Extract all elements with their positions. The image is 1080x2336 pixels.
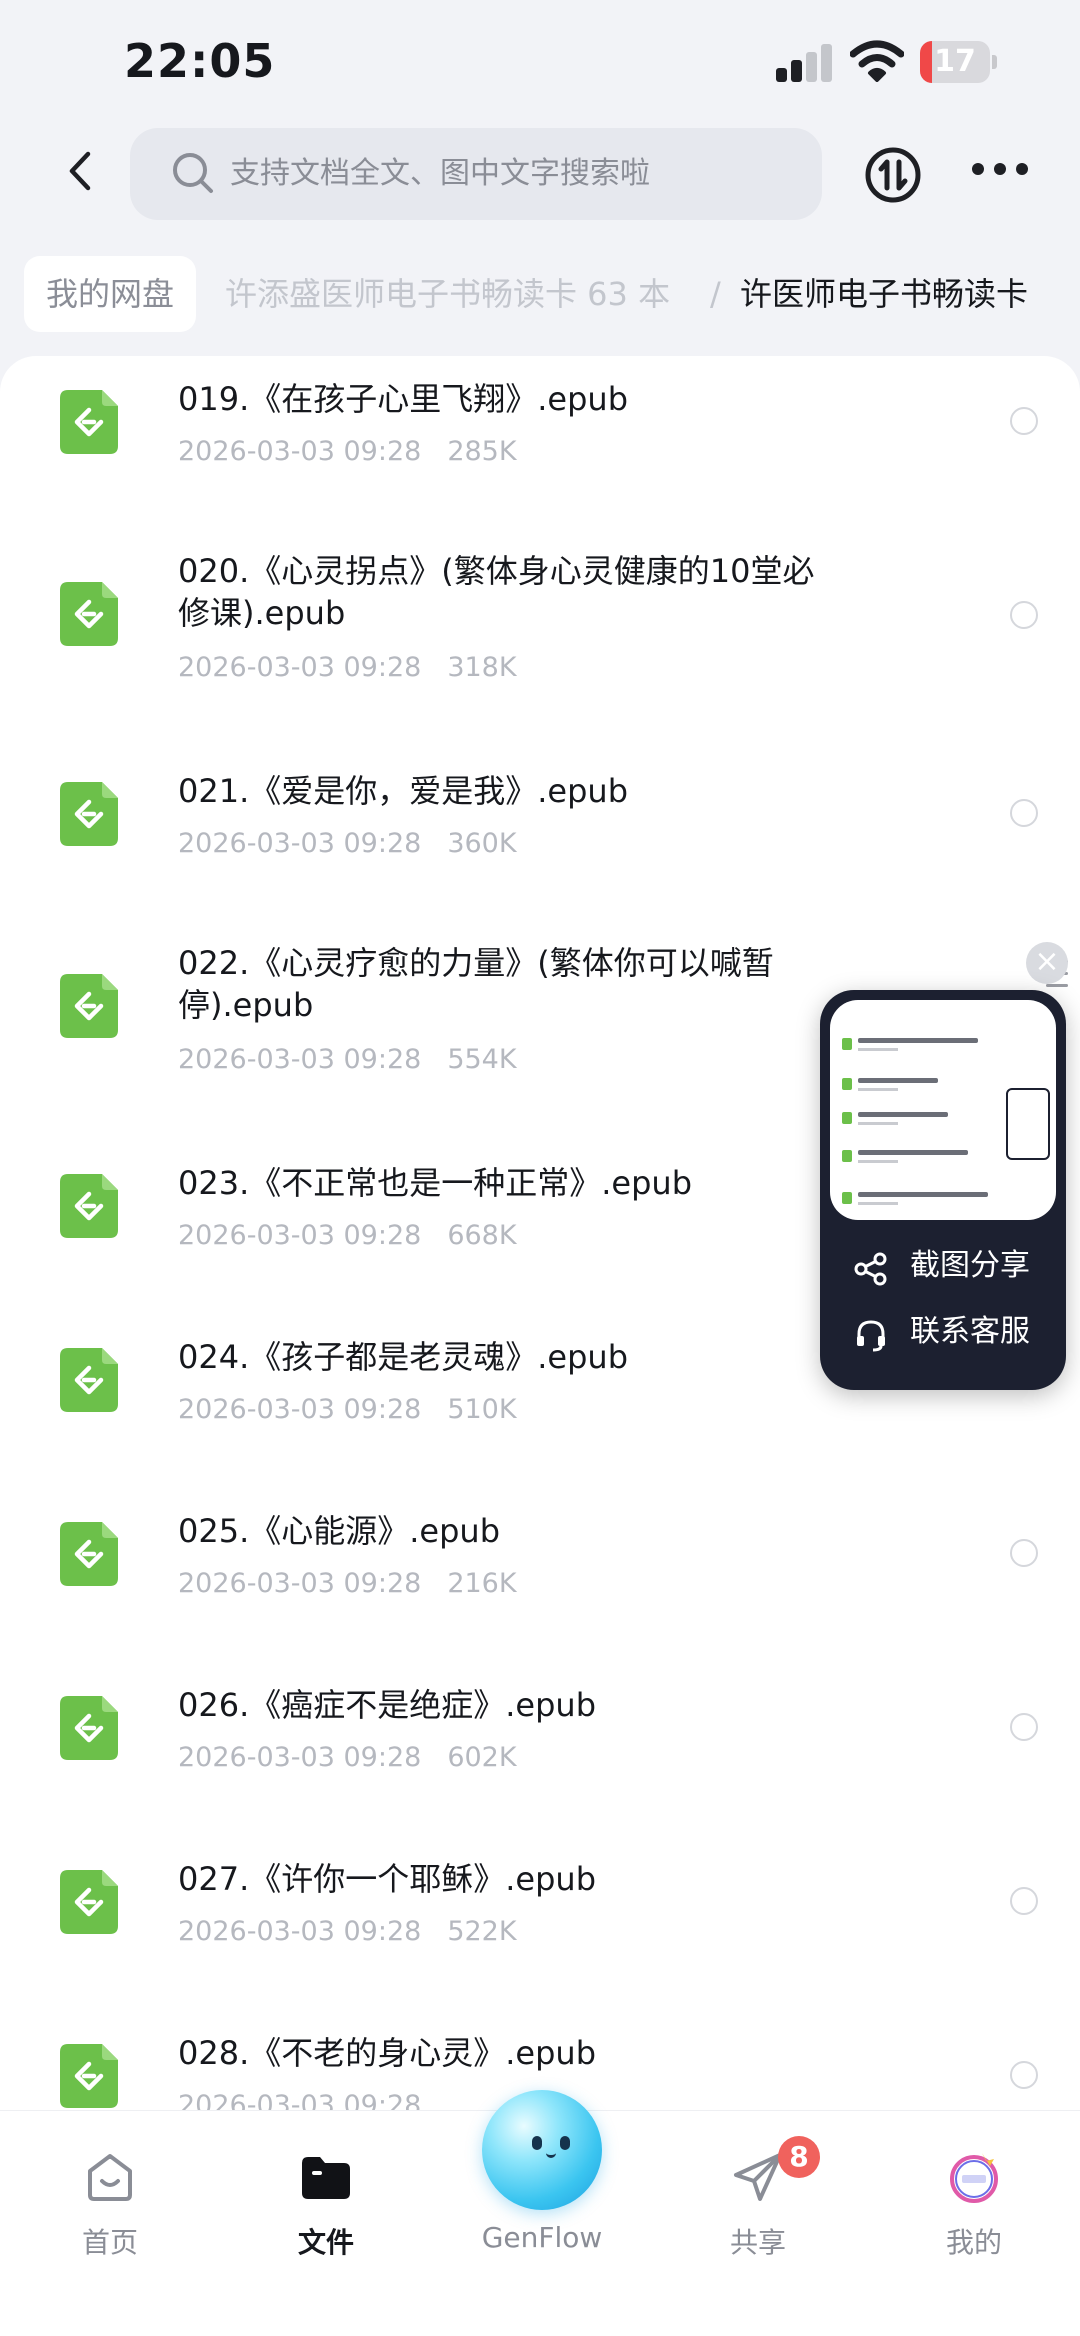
battery-percent: 17 [934,44,976,79]
contact-service-button[interactable]: 联系客服 [854,1304,1064,1360]
select-radio[interactable] [1010,601,1038,629]
epub-file-icon [60,1522,118,1586]
status-time: 22:05 [124,34,276,88]
tab-label: 文件 [297,2226,354,2259]
tab-files[interactable]: 文件 [218,2111,434,2336]
search-icon [173,153,213,193]
more-dots-icon[interactable] [972,163,1028,177]
epub-file-icon [60,1348,118,1412]
file-meta: 2026-03-03 09:28 668K [178,1220,517,1251]
file-meta: 2026-03-03 09:28 216K [178,1568,517,1599]
tab-label: 共享 [729,2226,786,2259]
epub-file-icon [60,1870,118,1934]
tab-me[interactable]: 我的 [866,2111,1080,2336]
wifi-icon [850,40,904,82]
search-placeholder: 支持文档全文、图中文字搜索啦 [230,156,650,191]
home-icon [88,2154,132,2201]
file-meta: 2026-03-03 09:28 602K [178,1742,517,1773]
file-meta: 2026-03-03 09:28 554K [178,1044,517,1075]
file-name: 023.《不正常也是一种正常》.epub [178,1164,693,1202]
file-name: 027.《许你一个耶稣》.epub [178,1860,597,1898]
epub-file-icon [60,782,118,846]
file-meta: 2026-03-03 09:28 510K [178,1394,517,1425]
select-radio[interactable] [1010,799,1038,827]
file-name: 022.《心灵疗愈的力量》(繁体你可以喊暂停).epub [178,944,774,1024]
file-name: 019.《在孩子心里飞翔》.epub [178,380,629,418]
breadcrumb-parent[interactable]: 许添盛医师电子书畅读卡 63 本 [225,256,670,332]
tab-label: GenFlow [481,2221,603,2254]
file-name: 020.《心灵拐点》(繁体身心灵健康的10堂必修课).epub [178,552,815,632]
epub-file-icon [60,1696,118,1760]
tab-label: 首页 [81,2226,138,2259]
sort-circle-icon[interactable] [864,146,922,204]
screenshot-widget[interactable]: 截图分享 联系客服 [820,990,1066,1390]
status-bar: 22:05 17 [0,0,1080,120]
file-name: 028.《不老的身心灵》.epub [178,2034,597,2072]
file-meta: 2026-03-03 09:28 285K [178,436,517,467]
breadcrumb-current: 许医师电子书畅读卡 [740,275,1029,313]
folder-icon [302,2157,350,2199]
battery-icon: 17 [920,41,998,83]
search-input[interactable]: 支持文档全文、图中文字搜索啦 [130,128,822,220]
headset-icon [857,1320,885,1352]
breadcrumb-separator: / [710,275,721,313]
file-meta: 2026-03-03 09:28 318K [178,652,517,683]
epub-file-icon [60,390,118,454]
file-name: 025.《心能源》.epub [178,1512,501,1550]
contact-service-label: 联系客服 [910,1314,1030,1349]
screenshot-share-label: 截图分享 [910,1248,1030,1283]
file-meta: 2026-03-03 09:28 522K [178,1916,517,1947]
file-name: 024.《孩子都是老灵魂》.epub [178,1338,629,1376]
select-radio[interactable] [1010,1539,1038,1567]
share-icon [854,1252,887,1286]
notification-badge: 8 [778,2136,820,2178]
epub-file-icon [60,974,118,1038]
screenshot-thumbnail[interactable] [830,1000,1056,1220]
file-name: 021.《爱是你，爱是我》.epub [178,772,629,810]
avatar-icon [950,2153,998,2203]
tab-share[interactable]: 共享 [650,2111,866,2336]
select-radio[interactable] [1010,1887,1038,1915]
chevron-left-icon[interactable] [58,146,108,196]
tab-label: 我的 [945,2226,1002,2259]
file-name: 026.《癌症不是绝症》.epub [178,1686,597,1724]
select-radio[interactable] [1010,2061,1038,2089]
select-radio[interactable] [1010,407,1038,435]
close-icon[interactable]: × [1026,942,1068,984]
breadcrumb: 我的网盘 许添盛医师电子书畅读卡 63 本 / 许医师电子书畅读卡 [0,256,1080,332]
epub-file-icon [60,2044,118,2108]
epub-file-icon [60,582,118,646]
tab-home[interactable]: 首页 [2,2111,218,2336]
screenshot-share-button[interactable]: 截图分享 [854,1238,1064,1294]
breadcrumb-root[interactable]: 我的网盘 [24,256,197,332]
cellular-signal-icon [776,44,834,82]
epub-file-icon [60,1174,118,1238]
file-meta: 2026-03-03 09:28 360K [178,828,517,859]
genflow-orb-icon[interactable] [482,2090,602,2210]
select-radio[interactable] [1010,1713,1038,1741]
